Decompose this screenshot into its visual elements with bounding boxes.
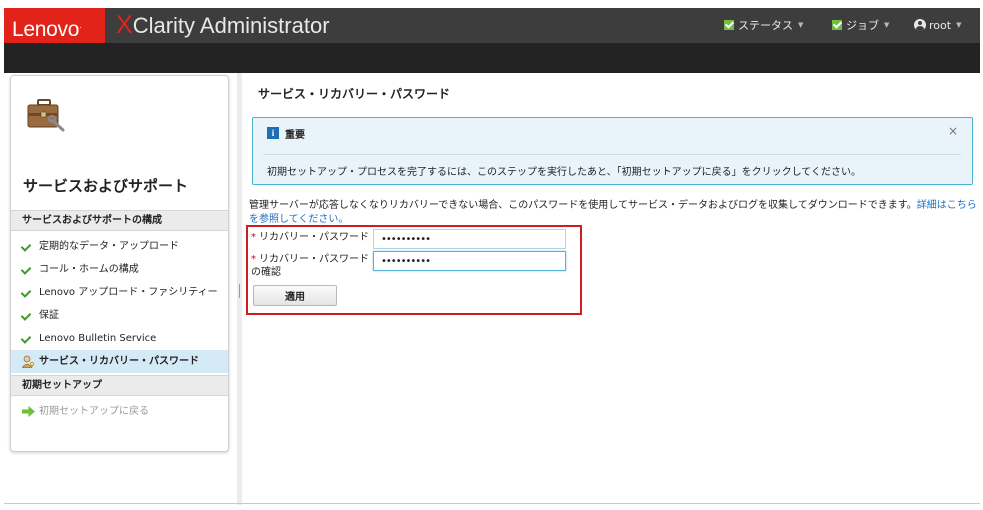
password-label: * リカバリー・パスワード — [251, 232, 369, 243]
sidebar-panel: サービスおよびサポート サービスおよびサポートの構成 定期的なデータ・アップロー… — [10, 75, 229, 452]
checkmark-icon — [20, 264, 32, 275]
checkbox-check-icon — [724, 20, 734, 30]
notice-body: 初期セットアップ・プロセスを完了するには、このステップを実行したあと、「初期セッ… — [267, 167, 861, 178]
notice-divider — [263, 154, 961, 155]
splitter-grip[interactable] — [239, 284, 240, 298]
sidebar-item-warranty[interactable]: 保証 — [11, 304, 228, 327]
page-title: サービス・リカバリー・パスワード — [258, 87, 451, 101]
recovery-password-input[interactable] — [373, 229, 566, 249]
user-circle-icon — [914, 19, 926, 31]
chevron-down-icon: ▼ — [956, 21, 962, 29]
top-header: Lenovo. XClarity Administrator ステータス ▼ ジョ… — [4, 8, 980, 43]
checkmark-icon — [20, 287, 32, 298]
person-key-icon — [22, 355, 35, 368]
bottom-divider — [4, 503, 980, 504]
status-menu[interactable]: ステータス ▼ — [724, 8, 803, 43]
user-menu[interactable]: root ▼ — [914, 8, 961, 43]
sidebar-item-call-home[interactable]: コール・ホームの構成 — [11, 258, 228, 281]
sidebar-item-periodic-upload[interactable]: 定期的なデータ・アップロード — [11, 235, 228, 258]
xclarity-page: Lenovo. XClarity Administrator ステータス ▼ ジョ… — [0, 0, 983, 510]
apply-button[interactable]: 適用 — [253, 285, 337, 306]
confirm-password-input[interactable] — [373, 251, 566, 271]
sidebar-item-bulletin-service[interactable]: Lenovo Bulletin Service — [11, 327, 228, 350]
toolbox-icon — [27, 99, 65, 132]
info-icon: i — [267, 127, 279, 139]
jobs-menu[interactable]: ジョブ ▼ — [832, 8, 889, 43]
product-name: XClarity Administrator — [116, 11, 330, 39]
sub-header-bar — [4, 43, 980, 73]
close-icon[interactable]: × — [948, 124, 958, 138]
chevron-down-icon: ▼ — [798, 21, 804, 29]
back-to-initial-setup-link[interactable]: 初期セットアップに戻る — [11, 400, 228, 423]
sidebar-item-upload-facility[interactable]: Lenovo アップロード・ファシリティー — [11, 281, 228, 304]
sidebar-section-config: サービスおよびサポートの構成 — [11, 210, 228, 231]
confirm-password-label: * リカバリー・パスワード の確認 — [251, 254, 369, 278]
checkmark-icon — [20, 333, 32, 344]
chevron-down-icon: ▼ — [884, 21, 890, 29]
checkmark-icon — [20, 310, 32, 321]
checkmark-icon — [20, 241, 32, 252]
important-notice: i 重要 × 初期セットアップ・プロセスを完了するには、このステップを実行したあ… — [252, 117, 973, 185]
sidebar-section-initial-setup: 初期セットアップ — [11, 375, 228, 396]
lenovo-logo: Lenovo. — [4, 8, 105, 43]
notice-heading: 重要 — [285, 130, 305, 141]
green-arrow-icon — [22, 406, 35, 417]
checkbox-check-icon — [832, 20, 842, 30]
sidebar-item-recovery-password[interactable]: サービス・リカバリー・パスワード — [11, 350, 228, 373]
description-text: 管理サーバーが応答しなくなりリカバリーできない場合、このパスワードを使用してサー… — [249, 200, 977, 225]
sidebar-title: サービスおよびサポート — [23, 177, 189, 195]
